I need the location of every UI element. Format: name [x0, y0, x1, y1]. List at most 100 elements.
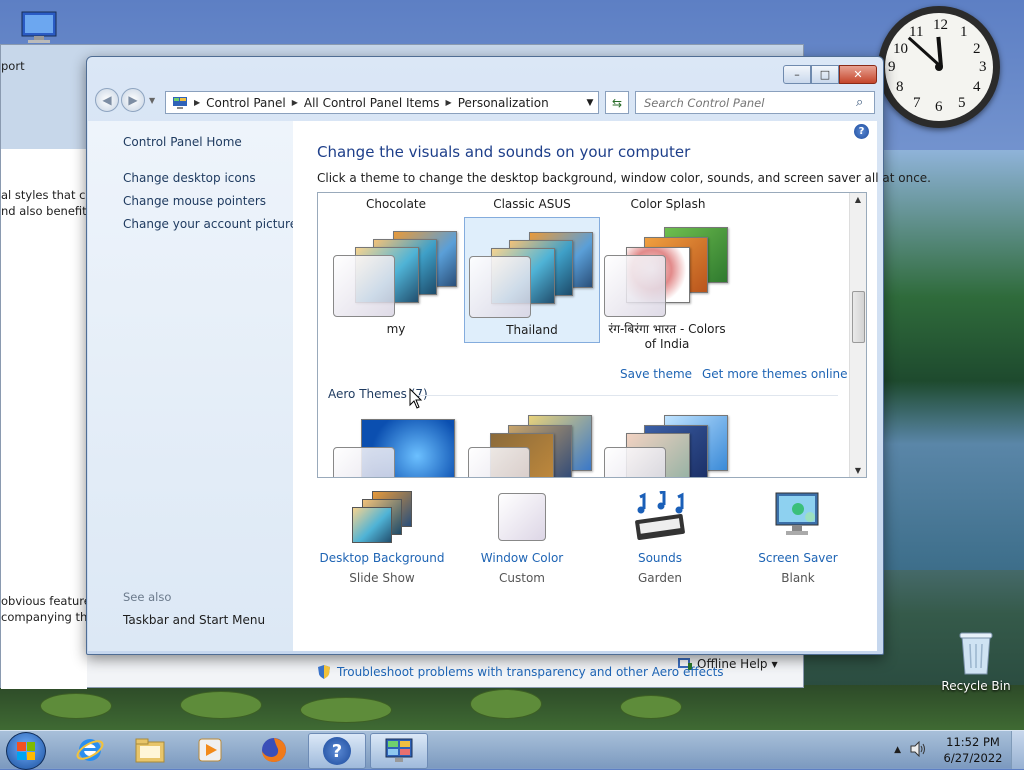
- control-panel-icon: [166, 96, 194, 110]
- desktop-background-label: Desktop Background: [319, 551, 445, 565]
- search-box[interactable]: ⌕: [635, 91, 875, 114]
- desktop-background-value: Slide Show: [349, 571, 415, 585]
- theme-tile-colors-of-india[interactable]: रंग-बिरंगा भारत - Colors of India: [600, 217, 734, 351]
- clock-number: 6: [935, 99, 943, 115]
- help-icon[interactable]: ?: [854, 124, 869, 139]
- troubleshoot-label: Troubleshoot problems with transparency …: [337, 665, 724, 679]
- show-hidden-icons-button[interactable]: ▲: [894, 745, 901, 755]
- aero-theme-tile[interactable]: [600, 407, 734, 477]
- shield-icon: [318, 665, 330, 679]
- clock-number: 12: [933, 17, 948, 33]
- theme-tile-thailand[interactable]: Thailand: [464, 217, 600, 343]
- breadcrumb-control-panel[interactable]: Control Panel: [200, 96, 292, 110]
- recent-pages-dropdown[interactable]: ▼: [149, 96, 155, 105]
- taskbar-control-panel[interactable]: [370, 733, 428, 769]
- recycle-bin-label: Recycle Bin: [941, 679, 1011, 693]
- recycle-bin-desktop-icon[interactable]: Recycle Bin: [940, 630, 1012, 693]
- background-text-line: companying the: [1, 610, 87, 624]
- sounds-setting[interactable]: Sounds Garden: [595, 488, 725, 585]
- aero-theme-tile[interactable]: [464, 407, 598, 477]
- refresh-button[interactable]: ⇆: [605, 91, 629, 114]
- address-bar[interactable]: ▶ Control Panel ▶ All Control Panel Item…: [165, 91, 599, 114]
- minimize-button[interactable]: –: [783, 65, 811, 84]
- system-clock[interactable]: 11:52 PM 6/27/2022: [935, 734, 1011, 766]
- maximize-button[interactable]: □: [811, 65, 839, 84]
- start-button[interactable]: [6, 732, 46, 770]
- window-color-icon: [492, 491, 552, 543]
- clock-number: 9: [888, 59, 896, 75]
- refresh-icon: ⇆: [611, 95, 623, 110]
- chevron-down-icon: ▼: [771, 659, 778, 669]
- clock-center: [935, 63, 943, 71]
- taskbar-firefox[interactable]: [246, 733, 302, 767]
- get-more-themes-link[interactable]: Get more themes online: [702, 367, 848, 381]
- background-window-title-fragment: port: [1, 59, 25, 73]
- close-button[interactable]: ✕: [839, 65, 877, 84]
- theme-preview: [604, 223, 730, 317]
- back-button[interactable]: ◀: [95, 88, 119, 112]
- arrow-right-icon: ▶: [128, 93, 138, 107]
- search-icon[interactable]: ⌕: [856, 95, 863, 110]
- breadcrumb-all-items[interactable]: All Control Panel Items: [298, 96, 446, 110]
- taskbar-internet-explorer[interactable]: [62, 733, 118, 767]
- desktop-background-icon: [352, 491, 412, 543]
- clock-number: 3: [979, 59, 987, 75]
- address-dropdown-icon[interactable]: ▼: [582, 98, 598, 108]
- breadcrumb-personalization[interactable]: Personalization: [452, 96, 555, 110]
- forward-button[interactable]: ▶: [121, 88, 145, 112]
- theme-preview: [333, 223, 459, 317]
- main-content: ? Change the visuals and sounds on your …: [293, 121, 931, 679]
- taskbar-media-player[interactable]: [182, 733, 238, 767]
- sounds-value: Garden: [638, 571, 682, 585]
- page-title: Change the visuals and sounds on your co…: [317, 143, 691, 161]
- navigation-buttons: ◀ ▶ ▼: [95, 88, 155, 112]
- scrollbar-thumb[interactable]: [852, 291, 865, 343]
- control-panel-home-link[interactable]: Control Panel Home: [123, 135, 242, 149]
- clock-number: 7: [913, 95, 921, 111]
- window-color-setting[interactable]: Window Color Custom: [457, 491, 587, 585]
- window-color-value: Custom: [499, 571, 545, 585]
- save-theme-link[interactable]: Save theme: [620, 367, 692, 381]
- scroll-down-icon[interactable]: ▼: [850, 466, 866, 475]
- computer-desktop-icon[interactable]: [16, 10, 62, 44]
- desktop-wallpaper: [874, 150, 1024, 570]
- change-account-picture-link[interactable]: Change your account picture: [123, 217, 297, 231]
- background-text-line: obvious features: [1, 594, 87, 608]
- clock-number: 2: [973, 41, 981, 57]
- theme-gallery[interactable]: Chocolate Classic ASUS Color Splash my T…: [317, 192, 867, 478]
- clock-number: 4: [973, 79, 981, 95]
- aero-theme-tile[interactable]: [329, 407, 463, 477]
- firefox-icon: [262, 738, 286, 762]
- page-subtitle: Click a theme to change the desktop back…: [317, 171, 931, 185]
- show-desktop-button[interactable]: [1011, 731, 1024, 769]
- taskbar-help-and-support[interactable]: ?: [308, 733, 366, 769]
- background-window-pane: al styles that cor nd also benefit fr ob…: [1, 149, 87, 689]
- change-mouse-pointers-link[interactable]: Change mouse pointers: [123, 194, 266, 208]
- system-tray: ▲ 11:52 PM 6/27/2022: [894, 731, 1024, 769]
- background-text-line: nd also benefit fr: [1, 204, 87, 218]
- taskbar: ? ▲ 11:52 PM 6/27/2022: [0, 730, 1024, 770]
- clock-face: 12 1 2 3 4 5 6 7 8 9 10 11: [885, 13, 993, 121]
- change-desktop-icons-link[interactable]: Change desktop icons: [123, 171, 256, 185]
- media-player-icon: [198, 738, 222, 762]
- desktop-background-setting[interactable]: Desktop Background Slide Show: [317, 491, 447, 585]
- gallery-scrollbar[interactable]: ▲ ▼: [849, 193, 866, 477]
- personalization-window[interactable]: – □ ✕ ◀ ▶ ▼ ▶ Control Panel ▶ All Contro…: [86, 56, 931, 679]
- screen-saver-setting[interactable]: Screen Saver Blank: [733, 491, 863, 585]
- theme-tile-my[interactable]: my: [329, 217, 463, 341]
- volume-icon[interactable]: [909, 740, 927, 760]
- taskbar-windows-explorer[interactable]: [122, 733, 178, 767]
- search-input[interactable]: [642, 94, 856, 111]
- desktop-wallpaper-lilies: [0, 685, 1024, 730]
- arrow-left-icon: ◀: [102, 93, 112, 107]
- theme-column-header: Chocolate: [365, 197, 427, 211]
- internet-explorer-icon: [76, 739, 104, 761]
- clock-gadget[interactable]: 12 1 2 3 4 5 6 7 8 9 10 11: [878, 6, 1000, 128]
- scroll-up-icon[interactable]: ▲: [850, 195, 866, 204]
- mouse-cursor-icon: [409, 388, 423, 409]
- taskbar-start-menu-link[interactable]: Taskbar and Start Menu: [123, 613, 265, 627]
- control-panel-icon: [385, 738, 413, 762]
- clock-number: 5: [958, 95, 966, 111]
- sounds-label: Sounds: [637, 551, 683, 565]
- troubleshoot-link[interactable]: Troubleshoot problems with transparency …: [317, 664, 724, 680]
